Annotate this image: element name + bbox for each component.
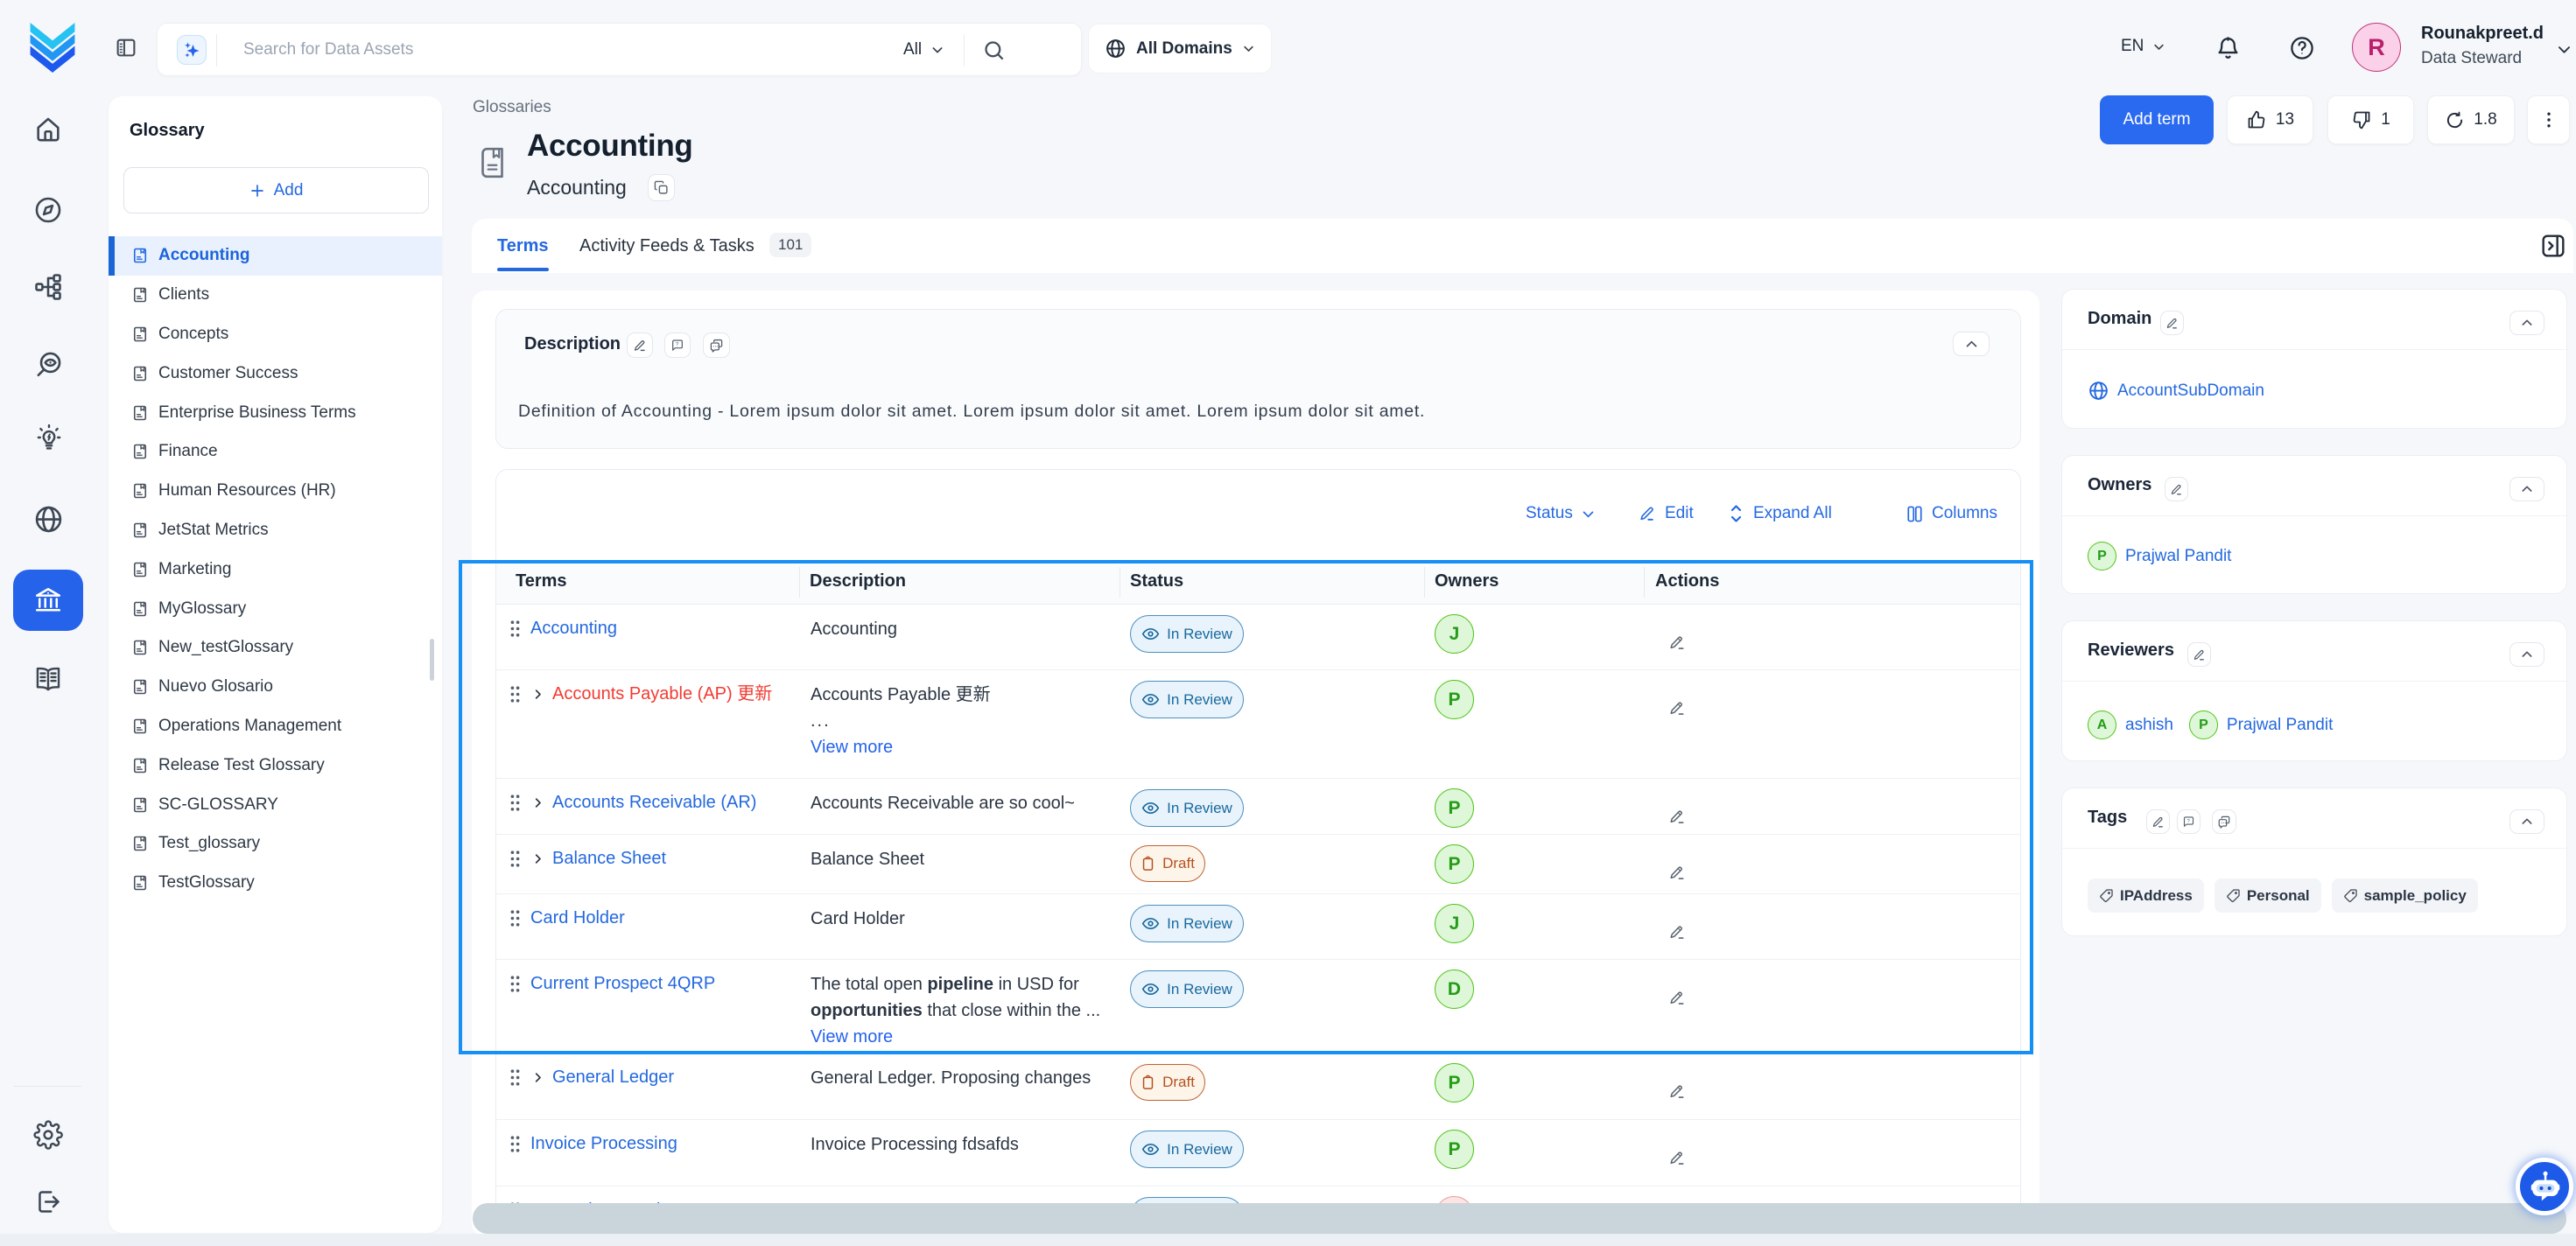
svg-text:?: ? bbox=[2187, 819, 2190, 824]
svg-text:?: ? bbox=[676, 342, 679, 347]
